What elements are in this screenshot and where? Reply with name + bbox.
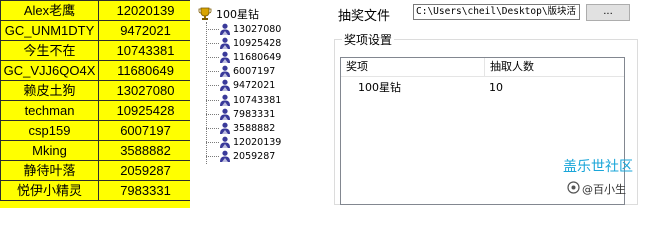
weibo-logo-icon: [567, 181, 580, 194]
tree-branch: [206, 56, 219, 58]
tree-item[interactable]: 10925428: [206, 36, 281, 50]
sheet-id-cell[interactable]: 10743381: [98, 40, 193, 61]
tree-branch: [206, 99, 219, 101]
tree-item[interactable]: 11680649: [206, 50, 281, 64]
tree-root-label: 100星钻: [216, 8, 259, 21]
column-header-prize[interactable]: 奖项: [341, 58, 485, 76]
tree-item-label: 2059287: [233, 151, 276, 163]
sheet-name-cell[interactable]: 静待叶落: [0, 160, 99, 181]
person-icon: [220, 122, 230, 134]
tree-item-label: 9472021: [233, 80, 276, 92]
sheet-row: csp159 6007197: [0, 120, 193, 141]
tree-item[interactable]: 3588882: [206, 121, 275, 135]
sheet-row: Alex老鹰 12020139: [0, 0, 193, 21]
person-icon: [220, 79, 230, 92]
sheet-id-cell[interactable]: 3588882: [98, 140, 193, 161]
browse-button[interactable]: ...: [586, 4, 630, 21]
tree-item[interactable]: 7983331: [206, 107, 275, 121]
trophy-icon: [198, 7, 212, 20]
tree-branch: [206, 113, 219, 115]
tree-item[interactable]: 2059287: [206, 150, 275, 164]
sheet-name-cell[interactable]: 悦伊小精灵: [0, 180, 99, 201]
file-label: 抽奖文件: [338, 9, 391, 24]
tree-item[interactable]: 13027080: [206, 22, 281, 36]
sheet-id-cell[interactable]: 9472021: [98, 20, 193, 41]
sheet-id-cell[interactable]: 12020139: [98, 0, 193, 21]
tree-item-label: 10743381: [233, 94, 282, 106]
tree-item[interactable]: 9472021: [206, 79, 275, 93]
person-icon: [220, 51, 230, 63]
person-icon: [220, 23, 230, 35]
person-icon: [220, 65, 230, 78]
person-icon: [220, 94, 230, 106]
person-icon: [220, 150, 230, 163]
sheet-row: 赖皮土狗 13027080: [0, 80, 193, 101]
file-path-input[interactable]: C:\Users\cheil\Desktop\版块活: [413, 4, 580, 20]
prize-name-cell: 100星钻: [358, 81, 401, 94]
tree-item-label: 13027080: [233, 23, 282, 35]
sheet-name-cell[interactable]: Mking: [0, 140, 99, 161]
sheet-row: techman 10925428: [0, 100, 193, 121]
sheet-name-cell[interactable]: csp159: [0, 120, 99, 141]
sheet-row: 静待叶落 2059287: [0, 160, 193, 181]
winners-table: Alex老鹰 12020139 GC_UNM1DTY 9472021 今生不在 10743…: [0, 0, 193, 201]
lottery-dialog: 抽奖文件 C:\Users\cheil\Desktop\版块活 ... 奖项设置…: [326, 0, 650, 208]
watermark-text: 盖乐世社区: [563, 159, 633, 175]
sheet-row: Mking 3588882: [0, 140, 193, 161]
prize-settings-title: 奖项设置: [342, 31, 395, 48]
sheet-name-cell[interactable]: 赖皮土狗: [0, 80, 99, 101]
tree-item[interactable]: 12020139: [206, 136, 281, 150]
tree-branch: [206, 156, 219, 158]
sheet-name-cell[interactable]: techman: [0, 100, 99, 121]
tree-item[interactable]: 6007197: [206, 65, 275, 79]
tree-branch: [206, 127, 219, 129]
tree-branch: [206, 71, 219, 73]
sheet-name-cell[interactable]: GC_VJJ6QO4X: [0, 60, 99, 81]
sheet-id-cell[interactable]: 10925428: [98, 100, 193, 121]
tree-item-label: 11680649: [233, 51, 282, 63]
tree-item-label: 12020139: [233, 137, 282, 149]
spreadsheet: Alex老鹰 12020139 GC_UNM1DTY 9472021 今生不在 10743…: [0, 0, 193, 208]
sheet-id-cell[interactable]: 2059287: [98, 160, 193, 181]
sheet-name-cell[interactable]: 今生不在: [0, 40, 99, 61]
result-tree[interactable]: 100星钻 13027080 10925428 11680649 6007197 947…: [194, 0, 326, 208]
tree-branch: [206, 142, 219, 144]
tree-item-label: 6007197: [233, 66, 276, 78]
sheet-row: 悦伊小精灵 7983331: [0, 180, 193, 201]
tree-branch: [206, 28, 219, 30]
person-icon: [220, 37, 230, 49]
watermark-handle: @百小生: [582, 183, 626, 196]
sheet-row: GC_UNM1DTY 9472021: [0, 20, 193, 41]
sheet-name-cell[interactable]: Alex老鹰: [0, 0, 99, 21]
tree-item-label: 7983331: [233, 108, 276, 120]
prize-count-cell: 10: [489, 81, 503, 94]
sheet-id-cell[interactable]: 7983331: [98, 180, 193, 201]
sheet-row: GC_VJJ6QO4X 11680649: [0, 60, 193, 81]
prize-list-header: 奖项 抽取人数: [341, 58, 624, 77]
tree-item-label: 3588882: [233, 122, 276, 134]
tree-item-label: 10925428: [233, 37, 282, 49]
sheet-id-cell[interactable]: 6007197: [98, 120, 193, 141]
tree-branch: [206, 85, 219, 87]
sheet-id-cell[interactable]: 13027080: [98, 80, 193, 101]
column-header-count[interactable]: 抽取人数: [485, 58, 624, 76]
person-icon: [220, 108, 230, 120]
prize-row[interactable]: 100星钻 10: [341, 80, 624, 96]
person-icon: [220, 136, 230, 149]
tree-item[interactable]: 10743381: [206, 93, 281, 107]
tree-root[interactable]: 100星钻: [198, 6, 259, 22]
sheet-id-cell[interactable]: 11680649: [98, 60, 193, 81]
sheet-name-cell[interactable]: GC_UNM1DTY: [0, 20, 99, 41]
tree-branch: [206, 42, 219, 44]
sheet-row: 今生不在 10743381: [0, 40, 193, 61]
